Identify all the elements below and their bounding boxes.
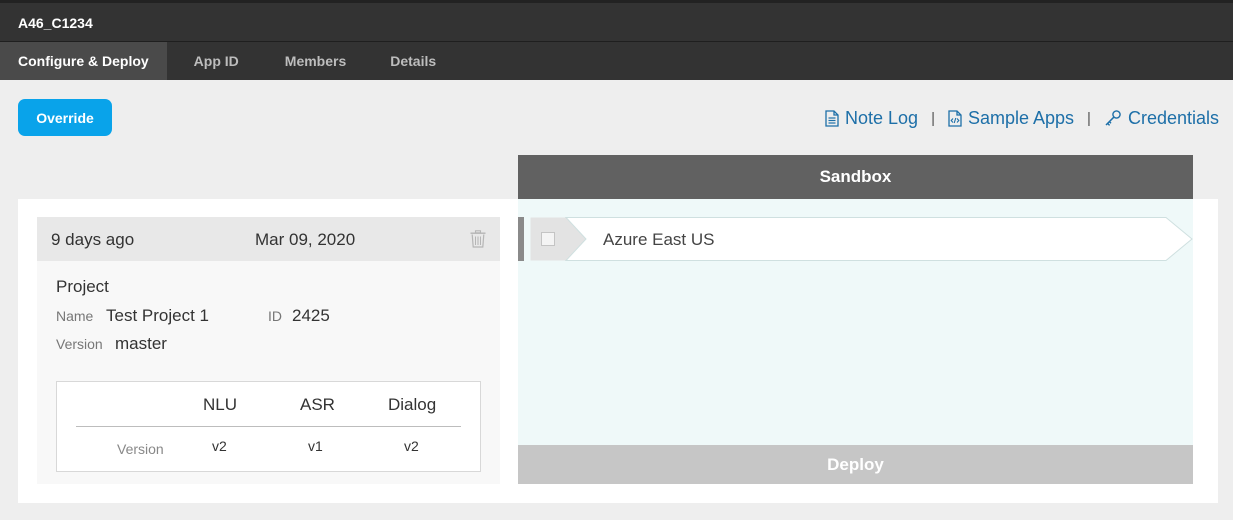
delete-button[interactable] <box>470 230 486 253</box>
header-links: Note Log | Sample Apps | Credentials <box>825 106 1219 130</box>
project-version: master <box>115 334 167 353</box>
code-file-icon <box>948 109 962 127</box>
asr-version: v1 <box>308 438 323 454</box>
table-divider <box>76 426 461 427</box>
document-icon <box>825 109 839 127</box>
sample-apps-label: Sample Apps <box>967 107 1075 128</box>
deployment-age: 9 days ago <box>51 230 135 249</box>
deploy-button[interactable]: Deploy <box>518 445 1193 484</box>
version-label: Version <box>56 336 103 352</box>
note-log-label: Note Log <box>845 107 919 128</box>
tab-members[interactable]: Members <box>257 42 364 80</box>
tab-app-id[interactable]: App ID <box>167 42 257 80</box>
trash-icon <box>470 230 486 248</box>
status-indicator-bar <box>518 217 524 261</box>
column-header-dialog: Dialog <box>388 395 437 414</box>
region-checkbox[interactable] <box>541 232 555 246</box>
tab-details[interactable]: Details <box>364 42 454 80</box>
project-id: 2425 <box>292 306 330 325</box>
app-title: A46_C1234 <box>18 15 93 31</box>
sandbox-title: Sandbox <box>819 167 892 186</box>
sandbox-header: Sandbox <box>518 155 1193 199</box>
tab-configure-deploy[interactable]: Configure & Deploy <box>0 42 167 80</box>
region-label: Azure East US <box>603 230 715 249</box>
link-separator: | <box>1087 109 1091 127</box>
deploy-label: Deploy <box>827 454 884 474</box>
name-label: Name <box>56 308 94 324</box>
link-separator: | <box>931 109 935 127</box>
tab-bar: Configure & Deploy App ID Members Detail… <box>0 42 1233 80</box>
project-name: Test Project 1 <box>106 306 209 325</box>
column-header-nlu: NLU <box>203 395 238 414</box>
deployment-card: 9 days ago Mar 09, 2020 Project Name Tes… <box>37 217 500 484</box>
column-header-asr: ASR <box>300 395 335 414</box>
deployment-date: Mar 09, 2020 <box>255 230 356 249</box>
id-label: ID <box>268 308 282 324</box>
deployment-card-header: 9 days ago Mar 09, 2020 <box>37 217 500 261</box>
row-label-version: Version <box>117 441 164 457</box>
app-title-bar: A46_C1234 <box>0 0 1233 42</box>
note-log-link[interactable]: Note Log <box>825 108 918 129</box>
sample-apps-link[interactable]: Sample Apps <box>948 108 1074 129</box>
nlu-version: v2 <box>212 438 227 454</box>
region-row-azure-east-us[interactable]: Azure East US <box>530 217 1193 261</box>
dialog-version: v2 <box>404 438 419 454</box>
project-heading: Project <box>56 277 109 296</box>
key-icon <box>1105 110 1121 126</box>
credentials-link[interactable]: Credentials <box>1104 108 1219 129</box>
component-versions-table: NLU ASR Dialog Version v2 v1 v2 <box>56 381 481 472</box>
override-button[interactable]: Override <box>18 99 112 136</box>
credentials-label: Credentials <box>1127 107 1219 128</box>
